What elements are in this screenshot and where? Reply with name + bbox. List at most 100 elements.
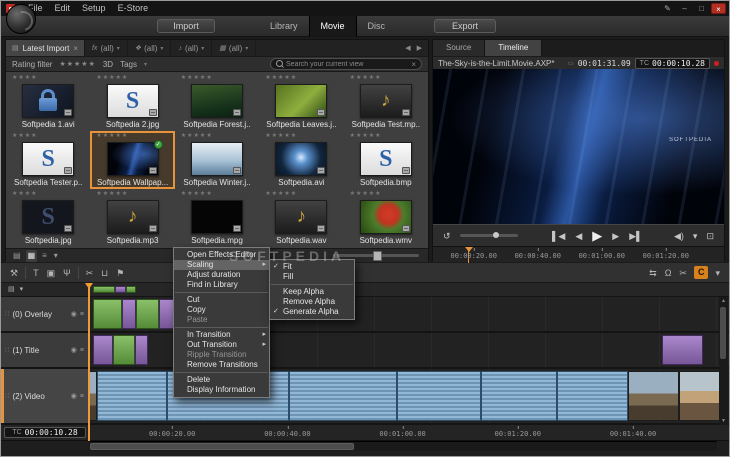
chevron-down-icon[interactable]: ▾ (690, 226, 701, 246)
menu-item-display-information[interactable]: Display Information (174, 385, 269, 395)
play-button[interactable]: ▶ (589, 226, 605, 246)
3d-filter[interactable]: 3D (103, 60, 113, 69)
tags-filter[interactable]: Tags (120, 60, 137, 69)
library-item[interactable]: ★★★★★SSoftpedia 2.jpg (90, 73, 174, 131)
menu-item-out-transition[interactable]: Out Transition (174, 340, 269, 350)
jump-start-button[interactable]: ▌◀ (549, 226, 568, 246)
library-item[interactable]: ★★★★★Softpedia.mpg (175, 189, 259, 247)
clip-green[interactable] (136, 299, 159, 329)
fullscreen-icon[interactable]: ⊡ (703, 226, 717, 246)
maximize-button[interactable]: □ (694, 3, 709, 14)
track-header-0[interactable]: ∷(0) Overlay◉≡ (1, 297, 89, 331)
clip-av[interactable] (481, 371, 558, 421)
track-header-1[interactable]: ∷(1) Title◉≡ (1, 333, 89, 367)
search-input[interactable] (286, 61, 408, 68)
loop-icon[interactable]: ↺ (440, 226, 454, 246)
speaker-icon[interactable]: ◀) (671, 226, 687, 246)
menu-item-delete[interactable]: Delete (174, 375, 269, 385)
filter-tab-0[interactable]: fx(all)▾ (85, 40, 128, 56)
scroll-up-icon[interactable]: ▲ (720, 298, 727, 304)
library-item[interactable]: ★★★★★Softpedia Leaves.j.. (259, 73, 343, 131)
clip-purple[interactable] (93, 335, 113, 365)
menu-edit[interactable]: Edit (49, 1, 77, 16)
video-viewport[interactable]: SOFTPEDIA (433, 69, 724, 224)
chevron-down-icon[interactable]: ▾ (714, 264, 721, 282)
view-grid-icon[interactable]: ▦ (26, 250, 38, 262)
close-icon[interactable]: × (73, 44, 78, 53)
view-menu-icon[interactable]: ≡ (40, 250, 49, 262)
volume-slider[interactable] (460, 234, 518, 237)
menu-item-in-transition[interactable]: In Transition (174, 330, 269, 340)
collection-tab-latest-import[interactable]: ▤ Latest Import × (6, 40, 85, 56)
tc-value[interactable]: 00:00:10.28 (652, 59, 705, 68)
wand-icon[interactable]: ✎ (660, 3, 675, 14)
menu-item-generate-alpha[interactable]: Generate Alpha (270, 307, 354, 317)
track-header-2[interactable]: ∷(2) Video◉≡ (1, 369, 89, 423)
clip-green[interactable] (126, 286, 136, 293)
marker-icon[interactable]: ⚑ (115, 264, 125, 282)
trim-mode-icon[interactable]: ⇆ (648, 264, 658, 282)
clip-purple[interactable] (122, 299, 136, 329)
toolbox-icon[interactable]: ⚒ (9, 264, 19, 282)
menu-item-open-effects-editor[interactable]: Open Effects Editor (174, 250, 269, 260)
next-page-icon[interactable]: ▶ (415, 44, 424, 52)
menu-item-fit[interactable]: Fit (270, 262, 354, 272)
timeline-ruler-scale[interactable]: 00:00:20.0000:00:40.0000:01:00.0000:01:2… (89, 425, 729, 440)
menu-item-remove-transitions[interactable]: Remove Transitions (174, 360, 269, 370)
tab-movie[interactable]: Movie (309, 16, 357, 37)
minimize-button[interactable]: – (677, 3, 692, 14)
vscroll-thumb[interactable] (720, 307, 726, 359)
clip-av[interactable] (97, 371, 167, 421)
voiceover-icon[interactable]: Ψ (62, 264, 72, 282)
tc-value[interactable]: 00:00:10.28 (25, 428, 78, 437)
track-menu-icon[interactable]: ≡ (80, 393, 84, 400)
jump-end-button[interactable]: ▶▌ (626, 226, 645, 246)
library-item[interactable]: ★★★★★Softpedia Forest.j.. (175, 73, 259, 131)
tab-timeline[interactable]: Timeline (485, 40, 542, 56)
snapshot-icon[interactable]: ▣ (46, 264, 57, 282)
library-item[interactable]: ★★★★★♪Softpedia.mp3 (90, 189, 174, 247)
razor-icon[interactable]: ✂ (85, 264, 95, 282)
library-item[interactable]: ★★★★★✓Softpedia Wallpap... (90, 131, 174, 189)
tab-source[interactable]: Source (433, 40, 485, 56)
menu-item-remove-alpha[interactable]: Remove Alpha (270, 297, 354, 307)
title-tool-icon[interactable]: T (32, 264, 40, 282)
menu-item-cut[interactable]: Cut (174, 295, 269, 305)
trash-icon[interactable]: ⊔ (100, 264, 109, 282)
close-button[interactable]: × (711, 3, 726, 14)
filter-tab-3[interactable]: ▦(all)▾ (212, 40, 256, 56)
timeline-vscrollbar[interactable]: ▲ ▼ (719, 297, 728, 425)
clip-purple[interactable] (115, 286, 126, 293)
chevron-down-icon[interactable]: ▾ (52, 250, 60, 262)
library-item[interactable]: ★★★★SSoftpedia Tester.p.. (6, 131, 90, 189)
filter-tab-1[interactable]: ❖(all)▾ (128, 40, 172, 56)
storyboard-toggle-icon[interactable]: ▤ (7, 284, 16, 296)
library-item[interactable]: ★★★★★Softpedia.avi (259, 131, 343, 189)
library-item[interactable]: ★★★★★SSoftpedia.bmp (344, 131, 428, 189)
clip-purple[interactable] (159, 299, 174, 329)
menu-item-find-in-library[interactable]: Find in Library (174, 280, 269, 290)
thumbnail-size-slider[interactable] (333, 254, 419, 257)
track-menu-icon[interactable]: ≡ (80, 347, 84, 354)
monitor-eye-icon[interactable]: ◉ (71, 346, 77, 354)
clip-av[interactable] (557, 371, 627, 421)
library-item[interactable]: ★★★★SSoftpedia.jpg (6, 189, 90, 247)
menu-item-keep-alpha[interactable]: Keep Alpha (270, 287, 354, 297)
library-item[interactable]: ★★★★Softpedia 1.avi (6, 73, 90, 131)
clip-av[interactable] (289, 371, 398, 421)
menu-item-copy[interactable]: Copy (174, 305, 269, 315)
menu-item-adjust-duration[interactable]: Adjust duration (174, 270, 269, 280)
clip-av[interactable] (397, 371, 480, 421)
prev-page-icon[interactable]: ◀ (403, 44, 412, 52)
tab-disc[interactable]: Disc (357, 16, 397, 37)
monitor-eye-icon[interactable]: ◉ (71, 310, 77, 318)
timeline-hscrollbar[interactable] (89, 441, 717, 451)
menu-setup[interactable]: Setup (76, 1, 112, 16)
clip-purple[interactable] (662, 335, 704, 365)
export-button[interactable]: Export (434, 19, 496, 33)
tab-library[interactable]: Library (259, 16, 309, 37)
menu-item-scaling[interactable]: Scaling (174, 260, 269, 270)
library-item[interactable]: ★★★★★Softpedia.wmv (344, 189, 428, 247)
clip-photo[interactable] (628, 371, 679, 421)
menu-estore[interactable]: E-Store (112, 1, 155, 16)
